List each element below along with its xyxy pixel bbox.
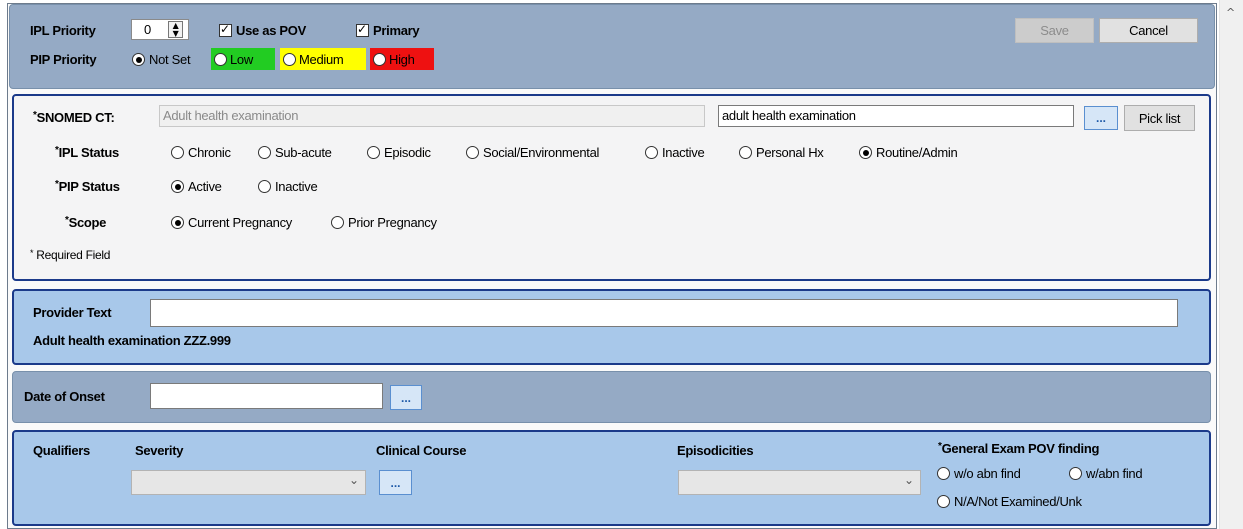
radio-label: Social/Environmental — [483, 145, 600, 160]
primary-checkbox[interactable]: Primary — [356, 22, 420, 38]
radio-icon — [466, 146, 479, 159]
radio-icon — [132, 53, 145, 66]
scope-current-pregnancy-radio[interactable]: Current Pregnancy — [171, 215, 292, 230]
scope-prior-pregnancy-radio[interactable]: Prior Pregnancy — [331, 215, 437, 230]
pip-priority-not-set-radio[interactable]: Not Set — [132, 52, 191, 67]
use-as-pov-label: Use as POV — [236, 23, 306, 38]
pip-priority-medium-radio[interactable]: Medium — [280, 48, 366, 70]
ipl-status-personal-hx-radio[interactable]: Personal Hx — [739, 145, 824, 160]
general-exam-wo-abn-radio[interactable]: w/o abn find — [937, 466, 1021, 481]
radio-label: w/o abn find — [954, 466, 1021, 481]
spin-arrows-icon[interactable]: ▲ ▼ — [168, 21, 183, 38]
snomed-search-input[interactable]: adult health examination — [718, 105, 1074, 127]
radio-label: Chronic — [188, 145, 231, 160]
radio-label: Active — [188, 179, 222, 194]
radio-icon — [331, 216, 344, 229]
radio-label: Inactive — [275, 179, 318, 194]
scroll-up-arrow-icon[interactable]: ^ — [1226, 6, 1235, 19]
radio-label: Prior Pregnancy — [348, 215, 437, 230]
provider-text-label: Provider Text — [33, 305, 112, 320]
ipl-status-episodic-radio[interactable]: Episodic — [367, 145, 431, 160]
date-of-onset-input[interactable] — [150, 383, 383, 409]
radio-icon — [214, 52, 227, 66]
pick-list-button[interactable]: Pick list — [1124, 105, 1195, 131]
ipl-priority-stepper[interactable]: 0 ▲ ▼ — [131, 19, 189, 40]
radio-label: Routine/Admin — [876, 145, 958, 160]
pip-priority-label: PIP Priority — [30, 52, 97, 67]
radio-icon — [645, 146, 658, 159]
date-of-onset-label: Date of Onset — [24, 389, 105, 404]
ipl-status-sub-acute-radio[interactable]: Sub-acute — [258, 145, 332, 160]
pip-option-label: Not Set — [149, 52, 191, 67]
radio-label: Personal Hx — [756, 145, 824, 160]
radio-icon — [373, 52, 386, 66]
clinical-course-label: Clinical Course — [376, 443, 467, 458]
ipl-status-social-radio[interactable]: Social/Environmental — [466, 145, 599, 160]
qualifiers-label: Qualifiers — [33, 443, 90, 458]
general-exam-na-radio[interactable]: N/A/Not Examined/Unk — [937, 494, 1082, 509]
radio-icon — [937, 467, 950, 480]
chevron-down-icon: ⌄ — [903, 473, 914, 487]
episodicities-label: Episodicities — [677, 443, 754, 458]
episodicities-select[interactable]: ⌄ — [678, 470, 921, 495]
radio-icon — [859, 146, 872, 159]
pip-priority-low-radio[interactable]: Low — [211, 48, 275, 70]
checkbox-icon — [219, 22, 232, 37]
radio-label: N/A/Not Examined/Unk — [954, 494, 1082, 509]
radio-icon — [258, 146, 271, 159]
severity-select[interactable]: ⌄ — [131, 470, 366, 495]
pip-status-active-radio[interactable]: Active — [171, 179, 222, 194]
radio-label: Inactive — [662, 145, 705, 160]
provider-text-input[interactable] — [150, 299, 1178, 327]
radio-icon — [1069, 467, 1082, 480]
primary-label: Primary — [373, 23, 420, 38]
radio-icon — [171, 180, 184, 193]
clinical-course-button[interactable]: ... — [379, 470, 412, 495]
pip-status-label: *PIP Status — [55, 179, 120, 194]
chevron-down-icon: ⌄ — [348, 473, 359, 487]
radio-icon — [283, 52, 296, 66]
snomed-ct-label: *SNOMED CT: — [33, 110, 115, 125]
general-exam-w-abn-radio[interactable]: w/abn find — [1069, 466, 1143, 481]
pip-option-label: Low — [230, 51, 253, 67]
snomed-lookup-button[interactable]: ... — [1084, 106, 1118, 130]
cancel-button[interactable]: Cancel — [1099, 18, 1198, 43]
radio-icon — [937, 495, 950, 508]
radio-label: Episodic — [384, 145, 431, 160]
radio-label: Current Pregnancy — [188, 215, 293, 230]
radio-icon — [258, 180, 271, 193]
ipl-priority-value: 0 — [144, 22, 151, 37]
ipl-priority-label: IPL Priority — [30, 23, 96, 38]
radio-icon — [171, 216, 184, 229]
ipl-status-label: *IPL Status — [55, 145, 119, 160]
pip-status-inactive-radio[interactable]: Inactive — [258, 179, 318, 194]
priority-panel — [9, 4, 1215, 89]
radio-label: Sub-acute — [275, 145, 332, 160]
snomed-ct-field[interactable]: Adult health examination — [159, 105, 705, 127]
radio-icon — [739, 146, 752, 159]
vertical-scrollbar[interactable]: ^ — [1219, 0, 1243, 529]
ipl-status-routine-admin-radio[interactable]: Routine/Admin — [859, 145, 958, 160]
required-field-note: * Required Field — [30, 248, 111, 262]
scope-label: *Scope — [65, 215, 107, 230]
use-as-pov-checkbox[interactable]: Use as POV — [219, 22, 306, 38]
radio-icon — [171, 146, 184, 159]
diagnosis-text: Adult health examination ZZZ.999 — [33, 333, 231, 348]
pip-priority-high-radio[interactable]: High — [370, 48, 434, 70]
pip-option-label: Medium — [299, 51, 344, 67]
checkbox-icon — [356, 22, 369, 37]
severity-label: Severity — [135, 443, 184, 458]
date-picker-button[interactable]: ... — [390, 385, 422, 410]
general-exam-pov-label: *General Exam POV finding — [938, 441, 1100, 456]
pip-option-label: High — [389, 51, 415, 67]
ipl-status-chronic-radio[interactable]: Chronic — [171, 145, 231, 160]
radio-icon — [367, 146, 380, 159]
ipl-status-inactive-radio[interactable]: Inactive — [645, 145, 705, 160]
save-button[interactable]: Save — [1015, 18, 1094, 43]
radio-label: w/abn find — [1086, 466, 1143, 481]
